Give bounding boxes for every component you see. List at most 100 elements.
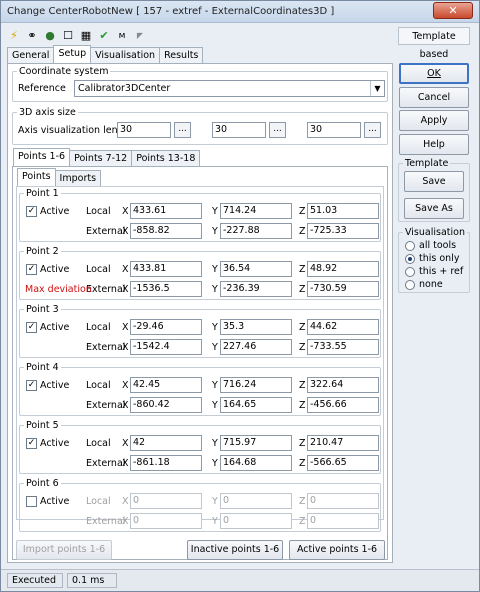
local-y-input[interactable]: 0 — [220, 493, 292, 509]
external-x-input[interactable]: 0 — [130, 513, 202, 529]
local-z-input[interactable]: 48.92 — [307, 261, 379, 277]
tab-general[interactable]: General — [7, 47, 55, 63]
local-label: Local — [86, 380, 111, 391]
external-label: External — [86, 342, 126, 353]
external-z-input[interactable]: -456.66 — [307, 397, 379, 413]
corner-arrow-icon[interactable]: ◤ — [133, 29, 147, 43]
local-z-input[interactable]: 322.64 — [307, 377, 379, 393]
local-z-input[interactable]: 51.03 — [307, 203, 379, 219]
robot-icon[interactable]: ● — [43, 29, 57, 43]
local-y-input[interactable]: 35.3 — [220, 319, 292, 335]
external-z-input[interactable]: -725.33 — [307, 223, 379, 239]
external-z-input[interactable]: 0 — [307, 513, 379, 529]
title-bar: Change CenterRobotNew [ 157 - extref - E… — [1, 1, 479, 23]
lightning-icon[interactable]: ⚡ — [7, 29, 21, 43]
vis-option-label: this + ref — [419, 266, 464, 277]
tab-points-1-6[interactable]: Points 1-6 — [13, 148, 71, 166]
local-x-input[interactable]: -29.46 — [130, 319, 202, 335]
axis-length-y-input[interactable]: 30 — [212, 122, 266, 138]
import-points-button[interactable]: Import points 1-6 — [16, 540, 112, 560]
reference-select[interactable]: Calibrator3DCenter ▼ — [74, 80, 385, 97]
local-z-input[interactable]: 44.62 — [307, 319, 379, 335]
active-checkbox[interactable]: ✓ — [26, 206, 37, 217]
local-y-input[interactable]: 716.24 — [220, 377, 292, 393]
external-x-input[interactable]: -858.82 — [130, 223, 202, 239]
local-z-label: Z — [299, 380, 306, 391]
ok-button[interactable]: OK — [399, 63, 469, 84]
help-button[interactable]: Help — [399, 134, 469, 155]
local-y-label: Y — [212, 264, 218, 275]
tab-imports[interactable]: Imports — [54, 170, 102, 186]
local-x-input[interactable]: 433.81 — [130, 261, 202, 277]
axis-length-z-browse-button[interactable]: ... — [364, 122, 381, 138]
axis-length-y-browse-button[interactable]: ... — [269, 122, 286, 138]
external-x-input[interactable]: -1542.4 — [130, 339, 202, 355]
local-z-input[interactable]: 0 — [307, 493, 379, 509]
setup-panel: Coordinate system Reference Calibrator3D… — [7, 63, 393, 563]
active-points-button[interactable]: Active points 1-6 — [289, 540, 385, 560]
external-y-input[interactable]: -227.88 — [220, 223, 292, 239]
blank-page-icon[interactable]: ☐ — [61, 29, 75, 43]
tab-setup[interactable]: Setup — [53, 45, 92, 63]
inactive-points-button[interactable]: Inactive points 1-6 — [187, 540, 283, 560]
active-checkbox[interactable]: ✓ — [26, 322, 37, 333]
external-x-input[interactable]: -1536.5 — [130, 281, 202, 297]
grid-icon[interactable]: ▦ — [79, 29, 93, 43]
coordinate-system-legend: Coordinate system — [19, 66, 109, 77]
link-icon[interactable]: ⚭ — [25, 29, 39, 43]
active-label: Active — [40, 264, 70, 275]
cancel-button[interactable]: Cancel — [399, 87, 469, 108]
local-z-input[interactable]: 210.47 — [307, 435, 379, 451]
local-x-input[interactable]: 42 — [130, 435, 202, 451]
external-z-input[interactable]: -566.65 — [307, 455, 379, 471]
close-button[interactable]: ✕ — [433, 2, 473, 19]
vis-option-label: none — [419, 279, 443, 290]
tab-results[interactable]: Results — [159, 47, 204, 63]
active-checkbox[interactable] — [26, 496, 37, 507]
external-y-input[interactable]: 227.46 — [220, 339, 292, 355]
local-x-label: X — [122, 380, 129, 391]
local-y-input[interactable]: 715.97 — [220, 435, 292, 451]
external-z-input[interactable]: -733.55 — [307, 339, 379, 355]
local-z-label: Z — [299, 438, 306, 449]
external-y-input[interactable]: 0 — [220, 513, 292, 529]
save-button[interactable]: Save — [404, 171, 464, 192]
external-y-input[interactable]: 164.68 — [220, 455, 292, 471]
local-x-input[interactable]: 433.61 — [130, 203, 202, 219]
local-y-input[interactable]: 714.24 — [220, 203, 292, 219]
tab-points[interactable]: Points — [17, 168, 56, 186]
ok-label: OK — [427, 68, 441, 79]
vis-option-radio[interactable] — [405, 241, 415, 251]
window-title: Change CenterRobotNew [ 157 - extref - E… — [7, 6, 335, 17]
check-icon[interactable]: ✔ — [97, 29, 111, 43]
external-label: External — [86, 516, 126, 527]
local-x-input[interactable]: 42.45 — [130, 377, 202, 393]
external-y-input[interactable]: -236.39 — [220, 281, 292, 297]
local-y-input[interactable]: 36.54 — [220, 261, 292, 277]
external-y-input[interactable]: 164.65 — [220, 397, 292, 413]
external-x-input[interactable]: -861.18 — [130, 455, 202, 471]
vis-option-radio[interactable] — [405, 280, 415, 290]
axis-length-z-input[interactable]: 30 — [307, 122, 361, 138]
save-as-button[interactable]: Save As — [404, 198, 464, 219]
vis-option-radio[interactable] — [405, 267, 415, 277]
local-label: Local — [86, 322, 111, 333]
local-x-input[interactable]: 0 — [130, 493, 202, 509]
tab-points-13-18[interactable]: Points 13-18 — [131, 150, 201, 166]
point-name: Point 1 — [26, 188, 59, 199]
external-y-label: Y — [212, 342, 218, 353]
active-checkbox[interactable]: ✓ — [26, 264, 37, 275]
axis-length-x-input[interactable]: 30 — [117, 122, 171, 138]
point-name: Point 3 — [26, 304, 59, 315]
chevron-down-icon[interactable]: ▼ — [370, 81, 384, 96]
vis-option-radio[interactable] — [405, 254, 415, 264]
active-checkbox[interactable]: ✓ — [26, 438, 37, 449]
tab-visualisation[interactable]: Visualisation — [90, 47, 161, 63]
external-x-input[interactable]: -860.42 — [130, 397, 202, 413]
active-checkbox[interactable]: ✓ — [26, 380, 37, 391]
minmax-icon[interactable]: ᴍ — [115, 29, 129, 43]
tab-points-7-12[interactable]: Points 7-12 — [69, 150, 133, 166]
external-z-input[interactable]: -730.59 — [307, 281, 379, 297]
axis-length-x-browse-button[interactable]: ... — [174, 122, 191, 138]
apply-button[interactable]: Apply — [399, 110, 469, 131]
